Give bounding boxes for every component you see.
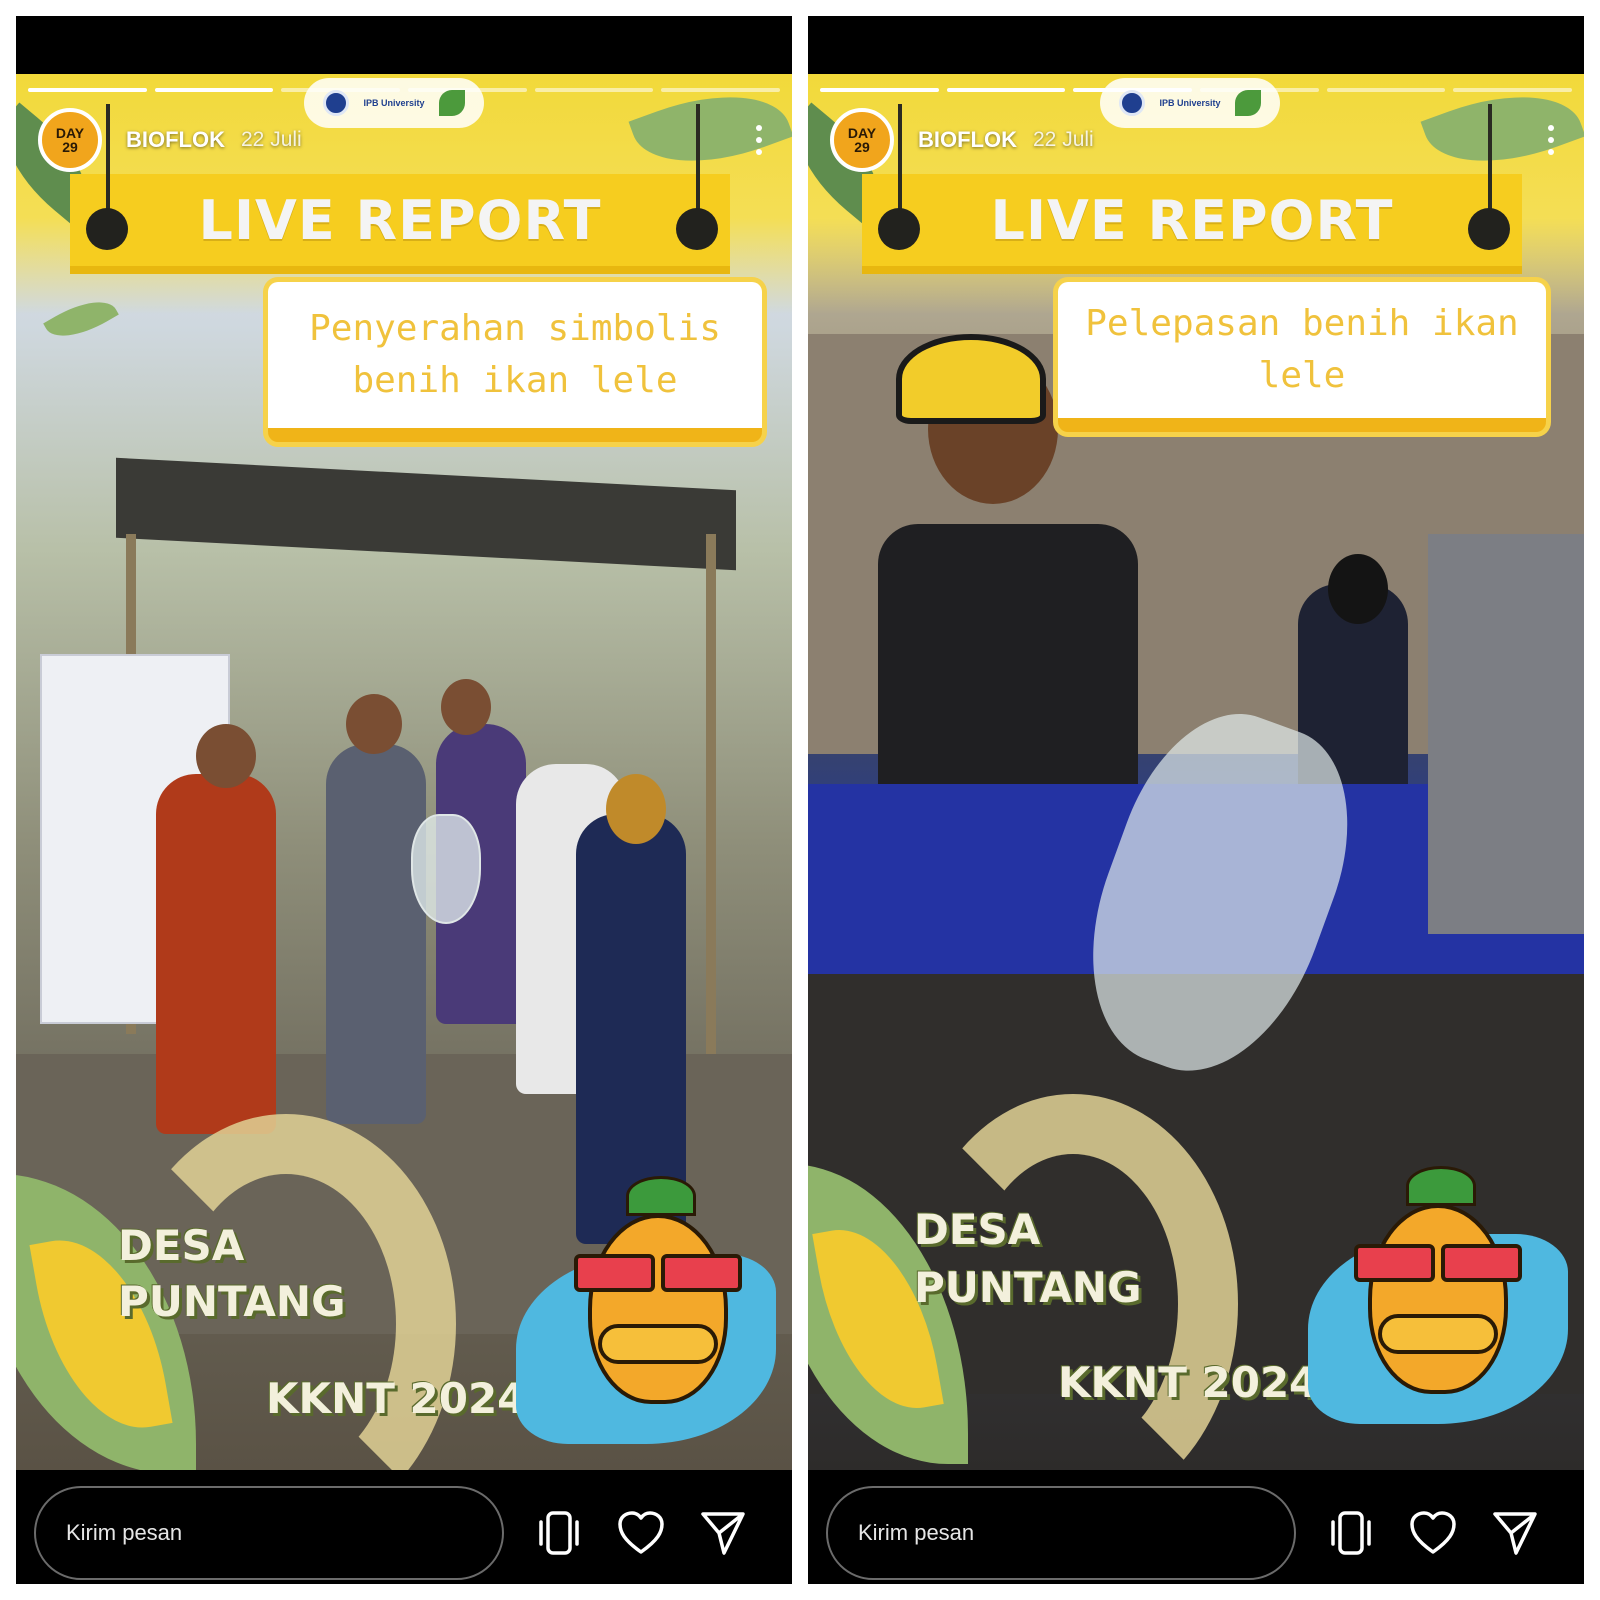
more-options-icon[interactable] (748, 119, 770, 161)
banner-title: LIVE REPORT (198, 188, 602, 252)
banner-bulb (878, 208, 920, 250)
progress-segment (534, 88, 654, 92)
heart-icon[interactable] (1406, 1506, 1460, 1560)
live-report-banner: LIVE REPORT (862, 104, 1522, 274)
avatar-day-label: DAY (847, 125, 877, 141)
username[interactable]: BIOFLOK (918, 127, 1017, 153)
banner-bulb (86, 208, 128, 250)
location-line2: PUNTANG (914, 1263, 1142, 1312)
person-head (196, 724, 256, 788)
location-line1: DESA (914, 1205, 1041, 1254)
person-head (346, 694, 402, 754)
story-reply-bar (16, 1470, 792, 1584)
bamboo-pole (706, 534, 716, 1094)
program-label: KKNT 2024 (266, 1374, 527, 1423)
boomerang-icon[interactable] (1324, 1506, 1378, 1560)
avatar-day-number: 29 (62, 139, 78, 155)
location-line1: DESA (118, 1221, 245, 1270)
fish-seed-bag (411, 814, 481, 924)
progress-segment (154, 88, 274, 92)
story-caption: Pelepasan benih ikan lele (1058, 282, 1546, 432)
person (326, 744, 426, 1124)
send-icon[interactable] (696, 1506, 750, 1560)
person (156, 774, 276, 1134)
story-reply-bar (808, 1470, 1584, 1584)
story-header: DAY 29 BIOFLOK 22 Juli (38, 102, 770, 178)
banner-bulb (1468, 208, 1510, 250)
send-icon[interactable] (1488, 1506, 1542, 1560)
message-input[interactable] (826, 1486, 1296, 1580)
mango-mascot (1348, 1164, 1528, 1404)
more-options-icon[interactable] (1540, 119, 1562, 161)
progress-segment (1326, 88, 1446, 92)
post-date: 22 Juli (1033, 128, 1094, 151)
username[interactable]: BIOFLOK (126, 127, 225, 153)
live-report-banner: LIVE REPORT (70, 104, 730, 274)
progress-segment (1453, 88, 1573, 92)
boomerang-icon[interactable] (532, 1506, 586, 1560)
location-line2: PUNTANG (118, 1277, 346, 1326)
avatar-day-number: 29 (854, 139, 870, 155)
program-label: KKNT 2024 (1058, 1358, 1319, 1407)
shade-net-roof (116, 457, 736, 571)
progress-segment (820, 88, 939, 92)
story-viewer-right: IPB University LIVE REPORT Pelepasan ben… (808, 16, 1584, 1584)
banner-bulb (676, 208, 718, 250)
avatar-day-label: DAY (55, 125, 85, 141)
mango-mascot (568, 1174, 748, 1414)
heart-icon[interactable] (614, 1506, 668, 1560)
banner-title: LIVE REPORT (990, 188, 1394, 252)
avatar[interactable]: DAY 29 (830, 108, 894, 172)
progress-segment (946, 88, 1066, 92)
person (878, 524, 1138, 824)
person-hijab (606, 774, 666, 844)
yellow-cap (896, 334, 1046, 424)
avatar[interactable]: DAY 29 (38, 108, 102, 172)
progress-segment (28, 88, 147, 92)
person-arm (1428, 534, 1584, 934)
progress-segment (661, 88, 781, 92)
story-viewer-left: IPB University LIVE REPORT Penyerahan si… (16, 16, 792, 1584)
story-content[interactable]: IPB University LIVE REPORT Penyerahan si… (16, 74, 792, 1470)
person-head (441, 679, 491, 735)
message-input[interactable] (34, 1486, 504, 1580)
story-content[interactable]: IPB University LIVE REPORT Pelepasan ben… (808, 74, 1584, 1470)
post-date: 22 Juli (241, 128, 302, 151)
story-header: DAY 29 BIOFLOK 22 Juli (830, 102, 1562, 178)
person-hijab (1328, 554, 1388, 624)
